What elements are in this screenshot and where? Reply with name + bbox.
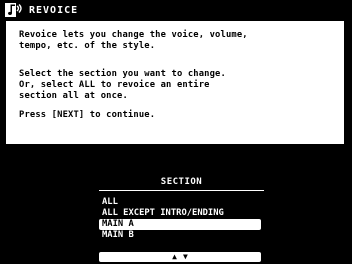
section-divider xyxy=(99,190,264,191)
section-option-main-b[interactable]: MAIN B xyxy=(99,230,264,241)
triangle-down-icon[interactable]: ▼ xyxy=(183,252,188,262)
instruction-text-3: Press [NEXT] to continue. xyxy=(19,110,156,120)
instruction-text-1: Revoice lets you change the voice, volum… xyxy=(19,30,248,51)
section-header: SECTION xyxy=(160,177,203,187)
section-option-main-a[interactable]: MAIN A xyxy=(99,219,261,230)
scroll-bar[interactable]: ▲ ▼ xyxy=(99,252,261,262)
title-bar: REVOICE xyxy=(0,0,352,20)
instruction-text-2: Select the section you want to change. O… xyxy=(19,69,226,101)
section-selector: SECTION ALL ALL EXCEPT INTRO/ENDING MAIN… xyxy=(99,176,264,262)
section-option-all-except-intro-ending[interactable]: ALL EXCEPT INTRO/ENDING xyxy=(99,208,264,219)
section-option-all[interactable]: ALL xyxy=(99,197,264,208)
triangle-up-icon[interactable]: ▲ xyxy=(172,252,177,262)
page-title: REVOICE xyxy=(29,4,79,16)
revoice-screen: REVOICE Revoice lets you change the voic… xyxy=(0,0,352,264)
instruction-panel: Revoice lets you change the voice, volum… xyxy=(5,20,345,145)
music-note-icon xyxy=(3,0,25,20)
section-options-list: ALL ALL EXCEPT INTRO/ENDING MAIN A MAIN … xyxy=(99,197,264,241)
